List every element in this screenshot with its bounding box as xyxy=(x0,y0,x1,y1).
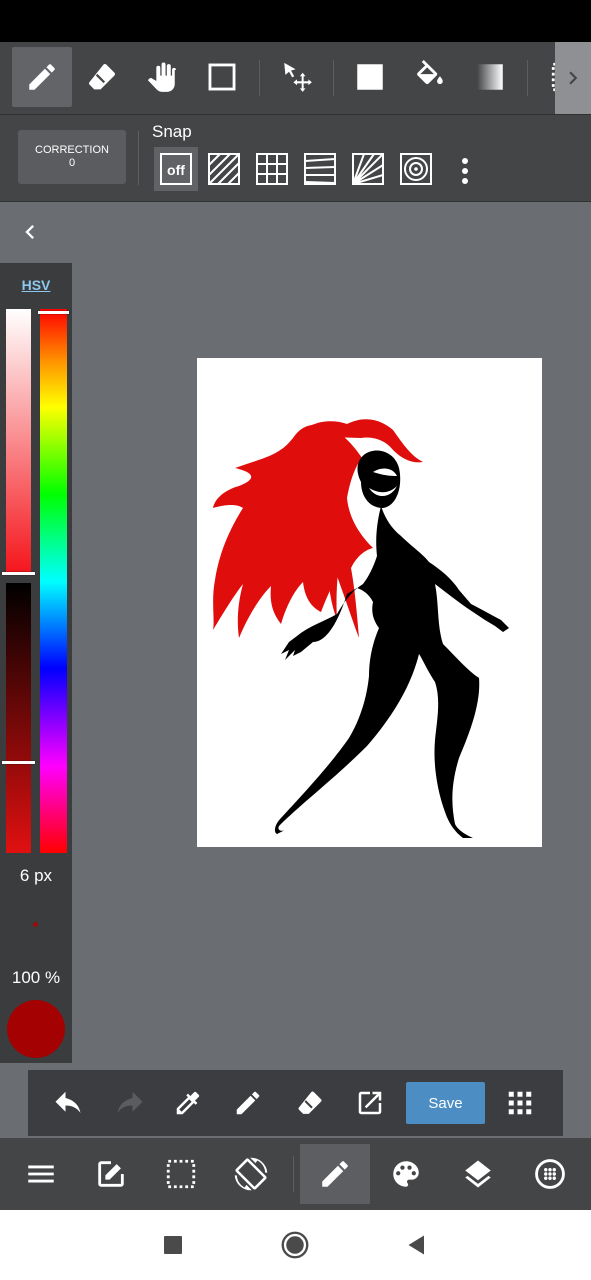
toolbar-scroll-right-button[interactable] xyxy=(555,42,591,114)
redo-icon xyxy=(117,1091,143,1113)
current-color-swatch[interactable] xyxy=(7,1000,65,1058)
hue-marker[interactable] xyxy=(38,311,69,314)
home-button[interactable] xyxy=(277,1227,313,1263)
artwork-figure xyxy=(213,419,509,838)
gradient-icon xyxy=(477,64,503,90)
more-options-icon[interactable] xyxy=(456,155,474,187)
brush-button[interactable] xyxy=(300,1144,370,1204)
save-button[interactable]: Save xyxy=(406,1082,485,1124)
back-button[interactable] xyxy=(399,1227,435,1263)
undo-icon xyxy=(55,1091,81,1113)
status-bar xyxy=(0,0,591,42)
hand-icon xyxy=(147,62,177,92)
brush-size-label[interactable]: 6 px xyxy=(0,866,72,886)
palette-button[interactable] xyxy=(371,1144,441,1204)
top-toolbar xyxy=(0,42,591,115)
saturation-slider[interactable] xyxy=(6,309,31,573)
redo-button[interactable] xyxy=(108,1081,152,1125)
correction-button[interactable]: CORRECTION 0 xyxy=(18,130,126,184)
edit-icon xyxy=(98,1161,124,1187)
saturation-marker[interactable] xyxy=(2,572,35,575)
material-button[interactable] xyxy=(515,1144,585,1204)
move-tool-button[interactable] xyxy=(267,47,327,107)
gradient-tool-button[interactable] xyxy=(460,47,520,107)
layers-icon xyxy=(465,1160,491,1188)
rotate-icon xyxy=(234,1157,268,1191)
eyedropper-icon xyxy=(176,1091,200,1115)
value-marker[interactable] xyxy=(2,761,35,764)
bottom-toolbar xyxy=(0,1138,591,1210)
snap-parallel-button[interactable] xyxy=(202,147,246,191)
quick-toolbar: Save xyxy=(28,1070,563,1136)
brush-icon xyxy=(322,1161,348,1187)
selection-menu-button[interactable] xyxy=(146,1144,216,1204)
toolbar-divider xyxy=(333,60,334,96)
toolbar-divider xyxy=(259,60,260,96)
material-icon xyxy=(535,1159,565,1189)
bucket-icon xyxy=(417,60,443,85)
toolbar-divider xyxy=(527,60,528,96)
fill-shape-tool-button[interactable] xyxy=(340,47,400,107)
concentric-circles-icon xyxy=(400,153,432,185)
vanishing-parallel-icon xyxy=(304,153,336,185)
menu-icon xyxy=(28,1165,54,1183)
selection-icon xyxy=(166,1159,196,1189)
palette-icon xyxy=(393,1161,419,1187)
chevron-left-icon[interactable] xyxy=(16,218,44,246)
snap-concentric-button[interactable] xyxy=(394,147,438,191)
correction-value: 0 xyxy=(68,157,76,169)
hue-slider[interactable] xyxy=(38,309,69,853)
eraser-button[interactable] xyxy=(288,1081,332,1125)
eraser-tool-button[interactable] xyxy=(72,47,132,107)
snap-grid-button[interactable] xyxy=(250,147,294,191)
chevron-right-icon xyxy=(569,71,578,85)
pencil-icon xyxy=(29,64,55,90)
rotate-canvas-button[interactable] xyxy=(216,1144,286,1204)
main-menu-button[interactable] xyxy=(6,1144,76,1204)
shape-select-tool-button[interactable] xyxy=(192,47,252,107)
share-button[interactable] xyxy=(348,1081,392,1125)
color-panel: HSV 6 px 100 % xyxy=(0,263,72,1063)
square-icon xyxy=(164,1236,182,1254)
snap-off-button[interactable]: off xyxy=(154,147,198,191)
back-triangle-icon xyxy=(408,1235,424,1255)
grid-icon xyxy=(256,153,288,185)
fill-shape-icon xyxy=(357,64,383,90)
layers-button[interactable] xyxy=(443,1144,513,1204)
bottom-divider xyxy=(293,1156,294,1192)
edit-button[interactable] xyxy=(76,1144,146,1204)
bucket-tool-button[interactable] xyxy=(400,47,460,107)
eraser-icon xyxy=(89,64,115,90)
snap-bar: CORRECTION 0 Snap off xyxy=(0,115,591,202)
snap-off-label: off xyxy=(167,162,185,178)
snap-vanishing-parallel-button[interactable] xyxy=(298,147,342,191)
pen-icon xyxy=(236,1091,260,1115)
saturation-value-bar[interactable] xyxy=(2,309,35,853)
eraser-icon xyxy=(298,1091,322,1114)
rectangle-select-icon xyxy=(208,63,236,91)
pen-tool-button[interactable] xyxy=(12,47,72,107)
drawing-canvas[interactable] xyxy=(197,358,542,847)
hsv-tab[interactable]: HSV xyxy=(0,277,72,293)
share-icon xyxy=(358,1091,382,1115)
snap-divider xyxy=(138,131,139,185)
quick-menu-button[interactable] xyxy=(498,1081,542,1125)
brush-preview xyxy=(33,922,38,927)
opacity-label[interactable]: 100 % xyxy=(0,968,72,988)
undo-button[interactable] xyxy=(46,1081,90,1125)
snap-perspective-button[interactable] xyxy=(346,147,390,191)
grid-menu-icon xyxy=(508,1091,532,1115)
perspective-radial-icon xyxy=(352,153,384,185)
hand-tool-button[interactable] xyxy=(132,47,192,107)
system-nav-bar xyxy=(0,1210,591,1280)
circle-icon xyxy=(281,1231,309,1259)
correction-label: CORRECTION xyxy=(35,144,109,156)
eyedropper-button[interactable] xyxy=(166,1081,210,1125)
snap-title: Snap xyxy=(152,122,192,141)
pen-button[interactable] xyxy=(226,1081,270,1125)
move-icon xyxy=(284,62,312,92)
parallel-lines-icon xyxy=(208,153,240,185)
value-slider[interactable] xyxy=(6,583,31,853)
recents-button[interactable] xyxy=(155,1227,191,1263)
